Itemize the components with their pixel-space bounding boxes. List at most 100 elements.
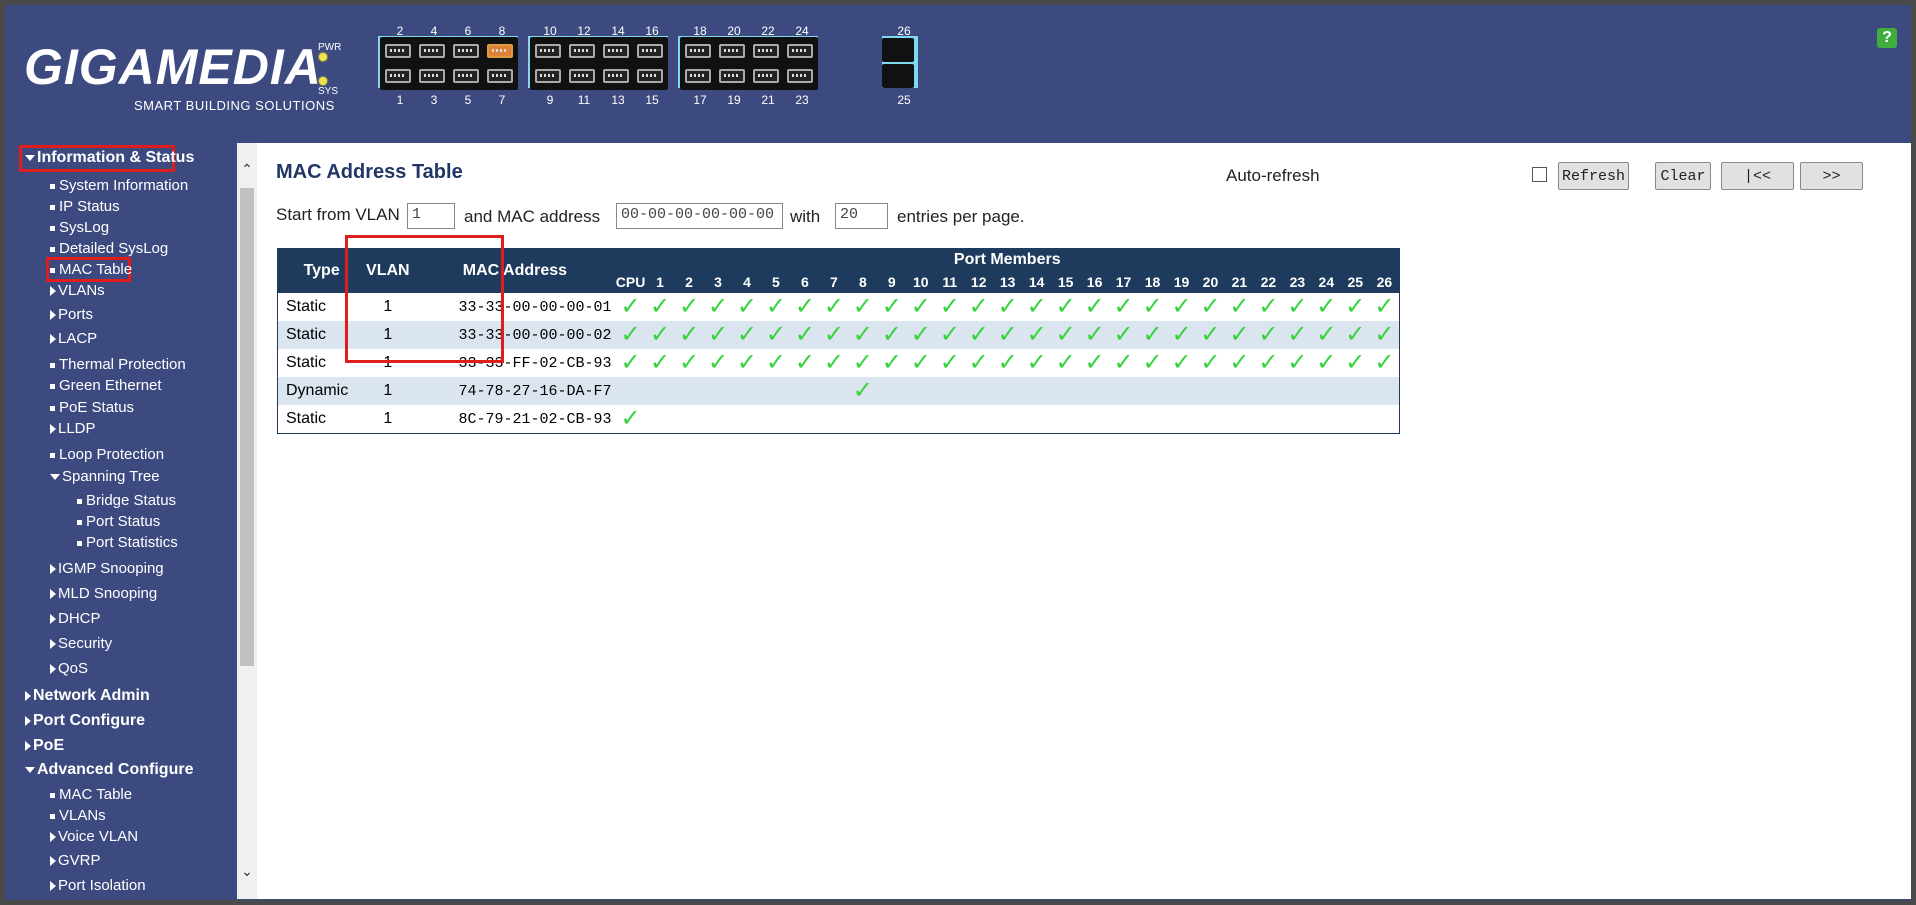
check-icon: ✓ [1138, 293, 1168, 321]
port-11[interactable] [564, 62, 600, 90]
check-icon [1224, 405, 1254, 434]
port-9[interactable] [530, 62, 566, 90]
nav-port-configure[interactable]: Port Configure [25, 712, 145, 730]
port-2[interactable] [380, 37, 416, 65]
nav-port-status[interactable]: Port Status [77, 513, 160, 530]
port-22[interactable] [748, 37, 784, 65]
port-18[interactable] [680, 37, 716, 65]
nav-loop-protection[interactable]: Loop Protection [50, 446, 164, 463]
col-port-24: 24 [1311, 271, 1341, 293]
check-icon: ✓ [906, 293, 936, 321]
nav-system-information[interactable]: System Information [50, 177, 188, 194]
port-10[interactable] [530, 37, 566, 65]
help-icon[interactable]: ? [1877, 28, 1897, 48]
port-20[interactable] [714, 37, 750, 65]
mac-address-input[interactable]: 00-00-00-00-00-00 [616, 203, 783, 229]
port-number-9: 9 [546, 93, 554, 107]
nav-lldp[interactable]: LLDP [50, 420, 96, 437]
scroll-down-icon[interactable]: ⌄ [240, 863, 254, 880]
nav-mac-table[interactable]: MAC Table [50, 261, 132, 278]
check-icon: ✓ [732, 349, 762, 377]
check-icon [1109, 405, 1139, 434]
vlan-input[interactable]: 1 [407, 203, 455, 229]
port-19[interactable] [714, 62, 750, 90]
port-1[interactable] [380, 62, 416, 90]
nav-adv-vlans[interactable]: VLANs [50, 807, 106, 824]
nav-information-status[interactable]: Information & Status [25, 149, 194, 167]
nav-network-admin[interactable]: Network Admin [25, 687, 150, 705]
check-icon: ✓ [1224, 293, 1254, 321]
scrollbar-thumb[interactable] [240, 188, 254, 666]
port-12[interactable] [564, 37, 600, 65]
nav-mld-snooping[interactable]: MLD Snooping [50, 585, 157, 602]
nav-qos[interactable]: QoS [50, 660, 88, 677]
nav-security[interactable]: Security [50, 635, 112, 652]
check-icon [645, 377, 675, 405]
nav-syslog[interactable]: SysLog [50, 219, 109, 236]
port-21[interactable] [748, 62, 784, 90]
nav-gvrp[interactable]: GVRP [50, 852, 101, 869]
check-icon [732, 377, 762, 405]
check-icon: ✓ [993, 349, 1023, 377]
filter-entries-label: entries per page. [897, 207, 1025, 226]
nav-advanced-configure[interactable]: Advanced Configure [25, 761, 193, 779]
port-16[interactable] [632, 37, 668, 65]
nav-detailed-syslog[interactable]: Detailed SysLog [50, 240, 168, 257]
check-icon: ✓ [1195, 293, 1225, 321]
port-15[interactable] [632, 62, 668, 90]
port-26[interactable] [882, 38, 914, 62]
next-page-button[interactable]: >> [1800, 162, 1863, 190]
check-icon: ✓ [993, 321, 1023, 349]
nav-ports[interactable]: Ports [50, 306, 93, 323]
first-page-button[interactable]: |<< [1721, 162, 1794, 190]
entries-per-page-input[interactable]: 20 [835, 203, 888, 229]
check-icon: ✓ [761, 293, 791, 321]
check-icon: ✓ [615, 405, 646, 434]
port-17[interactable] [680, 62, 716, 90]
refresh-button[interactable]: Refresh [1558, 162, 1629, 190]
check-icon [819, 377, 849, 405]
nav-port-statistics[interactable]: Port Statistics [77, 534, 178, 551]
nav-dhcp[interactable]: DHCP [50, 610, 101, 627]
port-14[interactable] [598, 37, 634, 65]
port-8[interactable] [482, 37, 518, 65]
scroll-up-icon[interactable]: ⌃ [240, 161, 254, 178]
port-3[interactable] [414, 62, 450, 90]
nav-port-isolation[interactable]: Port Isolation [50, 877, 146, 894]
nav-lacp[interactable]: LACP [50, 330, 97, 347]
check-icon [645, 405, 675, 434]
port-4[interactable] [414, 37, 450, 65]
check-icon [1022, 377, 1052, 405]
nav-igmp-snooping[interactable]: IGMP Snooping [50, 560, 164, 577]
table-row[interactable]: Static 1 8C-79-21-02-CB-93 ✓ [277, 405, 1400, 434]
clear-button[interactable]: Clear [1655, 162, 1711, 190]
check-icon [790, 405, 820, 434]
port-25[interactable] [882, 64, 914, 88]
check-icon: ✓ [703, 293, 733, 321]
col-port-9: 9 [877, 271, 907, 293]
nav-poe-status[interactable]: PoE Status [50, 399, 134, 416]
port-number-20: 20 [727, 24, 741, 38]
port-23[interactable] [782, 62, 818, 90]
port-13[interactable] [598, 62, 634, 90]
table-row[interactable]: Dynamic 1 74-78-27-16-DA-F7 ✓ [277, 377, 1400, 405]
nav-green-ethernet[interactable]: Green Ethernet [50, 377, 162, 394]
check-icon [790, 377, 820, 405]
nav-vlans[interactable]: VLANs [50, 282, 105, 299]
nav-thermal-protection[interactable]: Thermal Protection [50, 356, 186, 373]
nav-voice-vlan[interactable]: Voice VLAN [50, 828, 138, 845]
nav-ip-status[interactable]: IP Status [50, 198, 120, 215]
port-7[interactable] [482, 62, 518, 90]
nav-adv-mac-table[interactable]: MAC Table [50, 786, 132, 803]
check-icon: ✓ [819, 321, 849, 349]
port-5[interactable] [448, 62, 484, 90]
auto-refresh-checkbox[interactable] [1532, 167, 1547, 182]
nav-poe[interactable]: PoE [25, 737, 64, 755]
nav-spanning-tree[interactable]: Spanning Tree [50, 468, 160, 485]
port-24[interactable] [782, 37, 818, 65]
sidebar-scrollbar[interactable]: ⌃ ⌄ [237, 143, 257, 899]
nav-bridge-status[interactable]: Bridge Status [77, 492, 176, 509]
port-6[interactable] [448, 37, 484, 65]
page-title: MAC Address Table [276, 161, 463, 183]
check-icon: ✓ [1022, 293, 1052, 321]
